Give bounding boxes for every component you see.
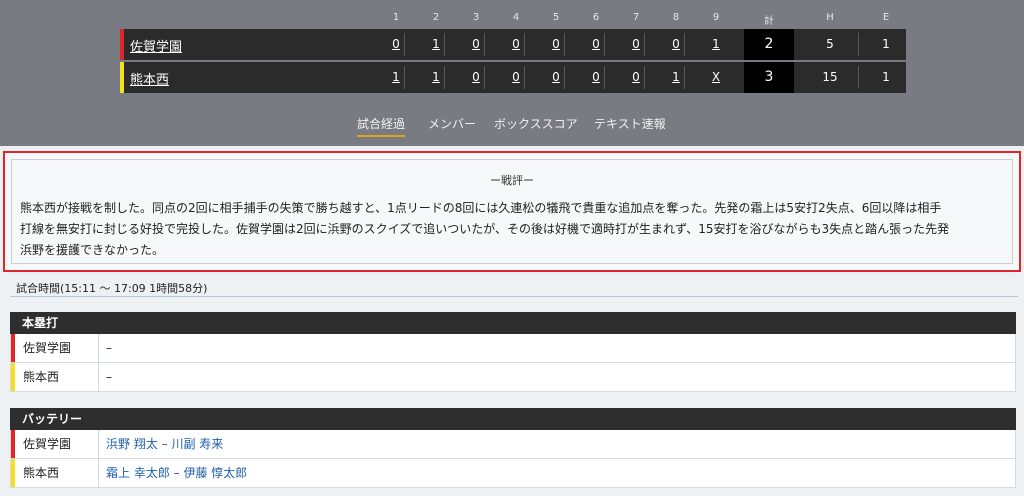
team-label: 佐賀学園 — [23, 341, 72, 355]
battery-players-link[interactable]: 霜上 幸太郎 – 伊藤 惇太郎 — [106, 459, 247, 487]
summary-line: 熊本西が接戦を制した。同点の2回に相手捕手の失策で勝ち越すと、1点リードの8回に… — [20, 201, 942, 215]
team-label: 熊本西 — [23, 466, 60, 480]
homerun-value: – — [106, 370, 112, 384]
divider — [98, 459, 99, 487]
team-name-link[interactable]: 佐賀学園 — [130, 36, 182, 55]
total-runs: 3 — [744, 62, 794, 93]
scoreboard-panel: 1 2 3 4 5 6 7 8 9 計 H E 佐賀学園 0 1 0 0 0 0… — [0, 0, 1024, 146]
team-row-saga-gakuen: 佐賀学園 0 1 0 0 0 0 0 0 1 2 5 1 — [120, 29, 906, 60]
inning-header-8: 8 — [672, 12, 680, 23]
battery-row: 熊本西 霜上 幸太郎 – 伊藤 惇太郎 — [10, 459, 1016, 488]
game-summary-box: ー戦評ー 熊本西が接戦を制した。同点の2回に相手捕手の失策で勝ち越すと、1点リー… — [3, 151, 1021, 272]
team-color-bar — [11, 363, 15, 391]
tab-text-live[interactable]: テキスト速報 — [594, 115, 666, 137]
homerun-section-title: 本塁打 — [10, 312, 1016, 334]
hits-count: 5 — [826, 37, 834, 51]
inning-header-9: 9 — [712, 12, 720, 23]
tab-members[interactable]: メンバー — [428, 115, 476, 137]
divider — [98, 334, 99, 362]
battery-section-title: バッテリー — [10, 408, 1016, 430]
tab-game-progress[interactable]: 試合経過 — [357, 115, 406, 137]
homerun-value: – — [106, 341, 112, 355]
team-row-kumamoto-nishi: 熊本西 1 1 0 0 0 0 0 1 X 3 15 1 — [120, 62, 906, 93]
errors-header: E — [882, 12, 890, 23]
game-tabs: 試合経過 メンバー ボックススコア テキスト速報 — [0, 115, 1024, 139]
game-time: 試合時間(15:11 〜 17:09 1時間58分) — [16, 282, 208, 295]
battery-row: 佐賀学園 浜野 翔太 – 川副 寿来 — [10, 430, 1016, 459]
summary-text: 熊本西が接戦を制した。同点の2回に相手捕手の失策で勝ち越すと、1点リードの8回に… — [20, 198, 1006, 261]
total-runs: 2 — [744, 29, 794, 60]
team-label: 熊本西 — [23, 370, 60, 384]
tab-box-score[interactable]: ボックススコア — [494, 115, 578, 137]
homerun-row: 熊本西 – — [10, 363, 1016, 392]
inning-header-1: 1 — [392, 12, 400, 23]
divider — [98, 430, 99, 458]
divider — [98, 363, 99, 391]
hits-header: H — [826, 12, 834, 23]
inning-score-9[interactable]: 1 — [704, 29, 728, 60]
team-color-bar — [120, 62, 124, 93]
team-name-link[interactable]: 熊本西 — [130, 69, 169, 88]
team-color-bar — [11, 334, 15, 362]
inning-header-7: 7 — [632, 12, 640, 23]
homerun-row: 佐賀学園 – — [10, 334, 1016, 363]
summary-line: 打線を無安打に封じる好投で完投した。佐賀学園は2回に浜野のスクイズで追いついたが… — [20, 222, 950, 236]
team-color-bar — [11, 430, 15, 458]
divider — [10, 296, 1018, 297]
inning-header-5: 5 — [552, 12, 560, 23]
team-color-bar — [11, 459, 15, 487]
summary-line: 浜野を援護できなかった。 — [20, 243, 165, 257]
inning-header-4: 4 — [512, 12, 520, 23]
errors-count: 1 — [882, 37, 890, 51]
hits-count: 15 — [822, 70, 838, 84]
team-label: 佐賀学園 — [23, 437, 72, 451]
inning-score-9[interactable]: X — [704, 62, 728, 93]
inning-header-3: 3 — [472, 12, 480, 23]
team-color-bar — [120, 29, 124, 60]
total-header: 計 — [764, 16, 774, 27]
inning-header-2: 2 — [432, 12, 440, 23]
summary-inner: ー戦評ー 熊本西が接戦を制した。同点の2回に相手捕手の失策で勝ち越すと、1点リー… — [11, 159, 1013, 264]
battery-players-link[interactable]: 浜野 翔太 – 川副 寿来 — [106, 430, 223, 458]
summary-title: ー戦評ー — [490, 174, 534, 187]
inning-header-6: 6 — [592, 12, 600, 23]
errors-count: 1 — [882, 70, 890, 84]
